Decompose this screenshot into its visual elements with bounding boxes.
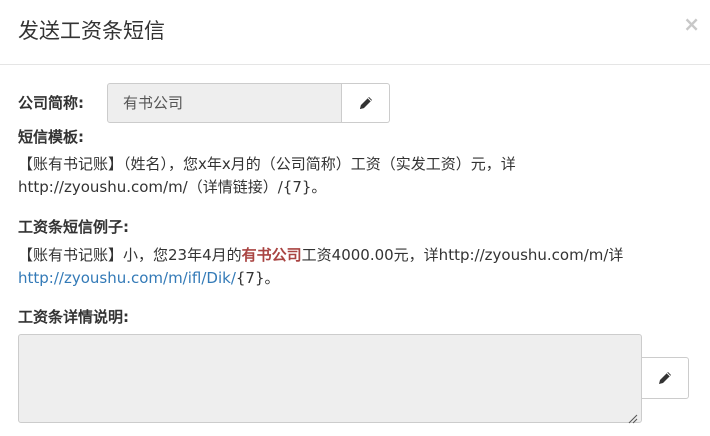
example-text: 【账有书记账】小，您23年4月的有书公司工资4000.00元，详http://z…	[18, 244, 623, 290]
pencil-icon	[358, 95, 374, 111]
template-line-2: http://zyoushu.com/m/（详情链接）/{7}。	[18, 178, 327, 196]
example-line-1: 【账有书记账】小，您23年4月的有书公司工资4000.00元，详http://z…	[18, 244, 623, 267]
edit-detail-button[interactable]	[641, 357, 689, 399]
example-suffix: 工资4000.00元，详http://zyoushu.com/m/详	[301, 246, 624, 264]
example-link-suffix: {7}。	[235, 269, 280, 287]
template-label: 短信模板:	[18, 128, 84, 146]
example-prefix: 【账有书记账】小，您23年4月的	[18, 246, 242, 264]
edit-company-button[interactable]	[342, 83, 390, 123]
example-label: 工资条短信例子:	[18, 218, 129, 236]
example-company-highlight: 有书公司	[241, 246, 302, 264]
example-link[interactable]: http://zyoushu.com/m/ifl/Dik/	[18, 269, 236, 287]
resize-handle-icon[interactable]	[628, 409, 638, 424]
pencil-icon	[657, 370, 673, 386]
template-text: 【账有书记账】（姓名），您x年x月的（公司简称）工资（实发工资）元，详 http…	[18, 153, 516, 199]
company-label: 公司简称:	[18, 94, 84, 112]
detail-label: 工资条详情说明:	[18, 308, 129, 326]
close-icon[interactable]: ×	[683, 12, 700, 36]
modal-header: 发送工资条短信 ×	[0, 0, 710, 65]
example-line-2: http://zyoushu.com/m/ifl/Dik/{7}。	[18, 267, 623, 290]
detail-textarea[interactable]	[18, 334, 642, 424]
modal-title: 发送工资条短信	[18, 19, 165, 43]
template-line-1: 【账有书记账】（姓名），您x年x月的（公司简称）工资（实发工资）元，详	[18, 155, 516, 173]
company-name-field[interactable]: 有书公司	[107, 83, 342, 123]
